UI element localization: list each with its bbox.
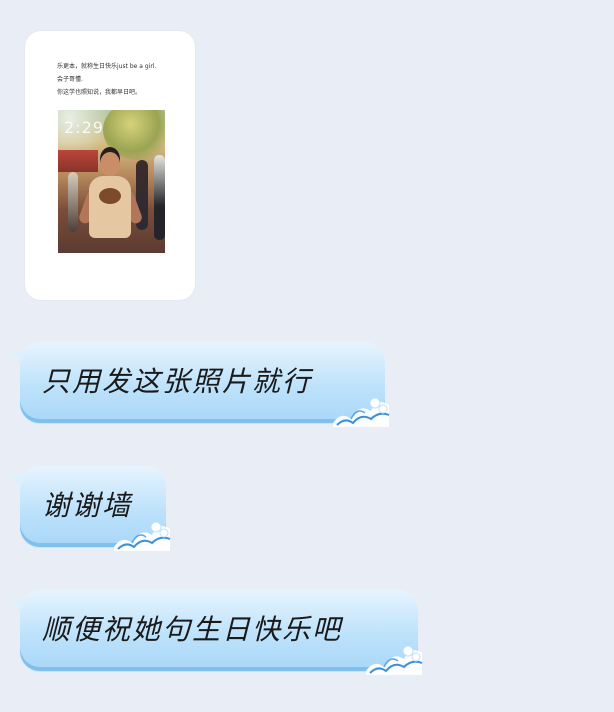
chat-bubble[interactable]: 只用发这张照片就行 [20,342,390,427]
photo-time-overlay: 2:29 [64,118,104,137]
caption-line: 会子哥懂. [57,76,83,83]
message-text: 只用发这张照片就行 [42,365,313,398]
wave-icon [333,397,390,427]
image-caption: 乐更本，就称生日快乐just be a girl. 会子哥懂. 你这学也照知说，… [57,60,187,99]
shared-image-card[interactable]: 乐更本，就称生日快乐just be a girl. 会子哥懂. 你这学也照知说，… [25,31,195,300]
photo-person-body [89,176,131,238]
photo-stall [58,150,98,172]
wave-icon [114,521,171,551]
photo-person-head [100,152,120,176]
wave-icon [366,645,423,675]
message-text: 顺便祝她句生日快乐吧 [42,613,343,646]
photo-person-shirt-print [99,188,121,204]
caption-line: 你这学也照知说，我都早日吧。 [57,89,142,96]
photo-bg-person [154,155,165,240]
photo-bg-person [68,172,78,232]
chat-bubble[interactable]: 谢谢墙 [20,466,171,551]
shared-photo[interactable]: 2:29 [58,110,165,253]
chat-bubble[interactable]: 顺便祝她句生日快乐吧 [20,590,423,675]
caption-line: 乐更本，就称生日快乐just be a girl. [57,63,157,70]
